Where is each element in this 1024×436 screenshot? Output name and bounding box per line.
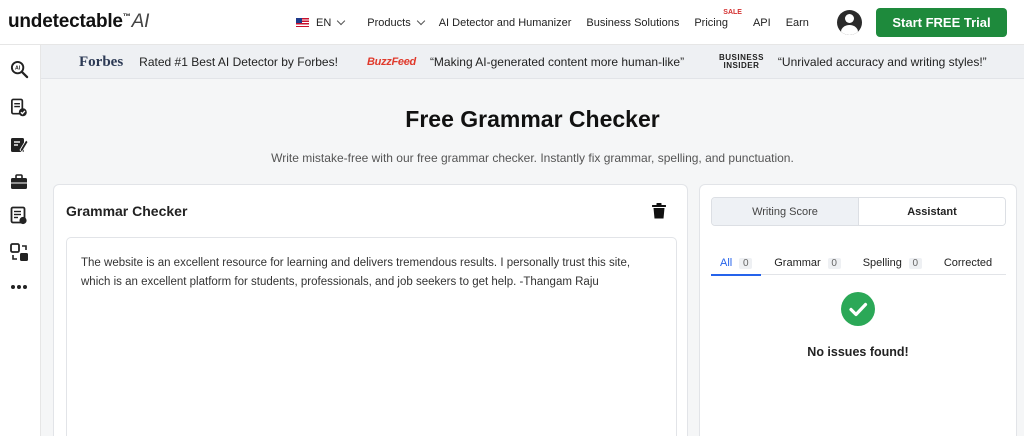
page-title: Free Grammar Checker [405,106,660,132]
report-icon[interactable] [9,205,29,225]
forbes-quote: Forbes Rated #1 Best AI Detector by Forb… [79,53,338,70]
us-flag-icon [296,18,309,27]
forbes-logo: Forbes [79,53,124,70]
start-free-trial-button[interactable]: Start FREE Trial [876,8,1007,37]
transfer-icon[interactable] [9,242,29,262]
buzzfeed-logo: BuzzFeed [367,56,416,68]
nav-products[interactable]: Products [367,16,425,29]
briefcase-icon[interactable] [9,172,29,192]
issue-tabs: All 0 Grammar 0 Spelling 0 Corrected [711,251,1006,276]
writing-score-button[interactable]: Writing Score [712,198,859,225]
ai-detector-icon[interactable]: AI [9,59,29,79]
edit-note-icon[interactable] [9,135,29,155]
nav-earn[interactable]: Earn [786,17,809,29]
issue-count: 0 [908,257,922,269]
business-insider-quote: BUSINESS INSIDER “Unrivaled accuracy and … [719,53,987,70]
tab-all[interactable]: All 0 [711,251,762,276]
success-check-icon [841,292,875,326]
sale-badge: SALE [723,8,742,16]
chevron-down-icon [337,16,346,25]
nav-pricing[interactable]: Pricing SALE [694,9,742,29]
chevron-down-icon [416,16,425,25]
issue-count: 0 [827,257,841,269]
no-issues-message: No issues found! [807,345,909,359]
top-navigation: undetectable™AI EN Products AI Detector … [0,0,1024,45]
panel-heading: Grammar Checker [66,203,188,219]
tab-grammar[interactable]: Grammar 0 [765,251,849,275]
trash-icon[interactable] [652,203,668,219]
user-avatar-icon[interactable] [837,10,862,35]
document-check-icon[interactable] [9,97,29,117]
site-logo[interactable]: undetectable™AI [8,11,149,33]
tab-corrected[interactable]: Corrected [935,251,1001,275]
language-selector[interactable]: EN [296,16,346,29]
more-icon[interactable] [9,277,29,297]
view-toggle: Writing Score Assistant [711,197,1006,226]
issue-count: 0 [739,257,753,269]
page-subtitle: Write mistake-free with our free grammar… [271,151,794,165]
buzzfeed-quote: BuzzFeed “Making AI-generated content mo… [367,55,685,69]
tab-spelling[interactable]: Spelling 0 [854,251,931,275]
assistant-button[interactable]: Assistant [859,198,1005,225]
nav-business-solutions[interactable]: Business Solutions [586,17,679,29]
nav-ai-detector[interactable]: AI Detector and Humanizer [439,17,572,29]
nav-api[interactable]: API [753,17,771,29]
left-sidebar: AI [0,45,41,436]
svg-text:AI: AI [14,65,20,71]
press-banner: Forbes Rated #1 Best AI Detector by Forb… [41,45,1024,79]
nav-menu: EN Products AI Detector and Humanizer Bu… [296,0,824,45]
business-insider-logo: BUSINESS INSIDER [719,53,764,70]
grammar-checker-panel: Grammar Checker The website is an excell… [53,184,688,436]
text-editor[interactable]: The website is an excellent resource for… [66,237,677,436]
